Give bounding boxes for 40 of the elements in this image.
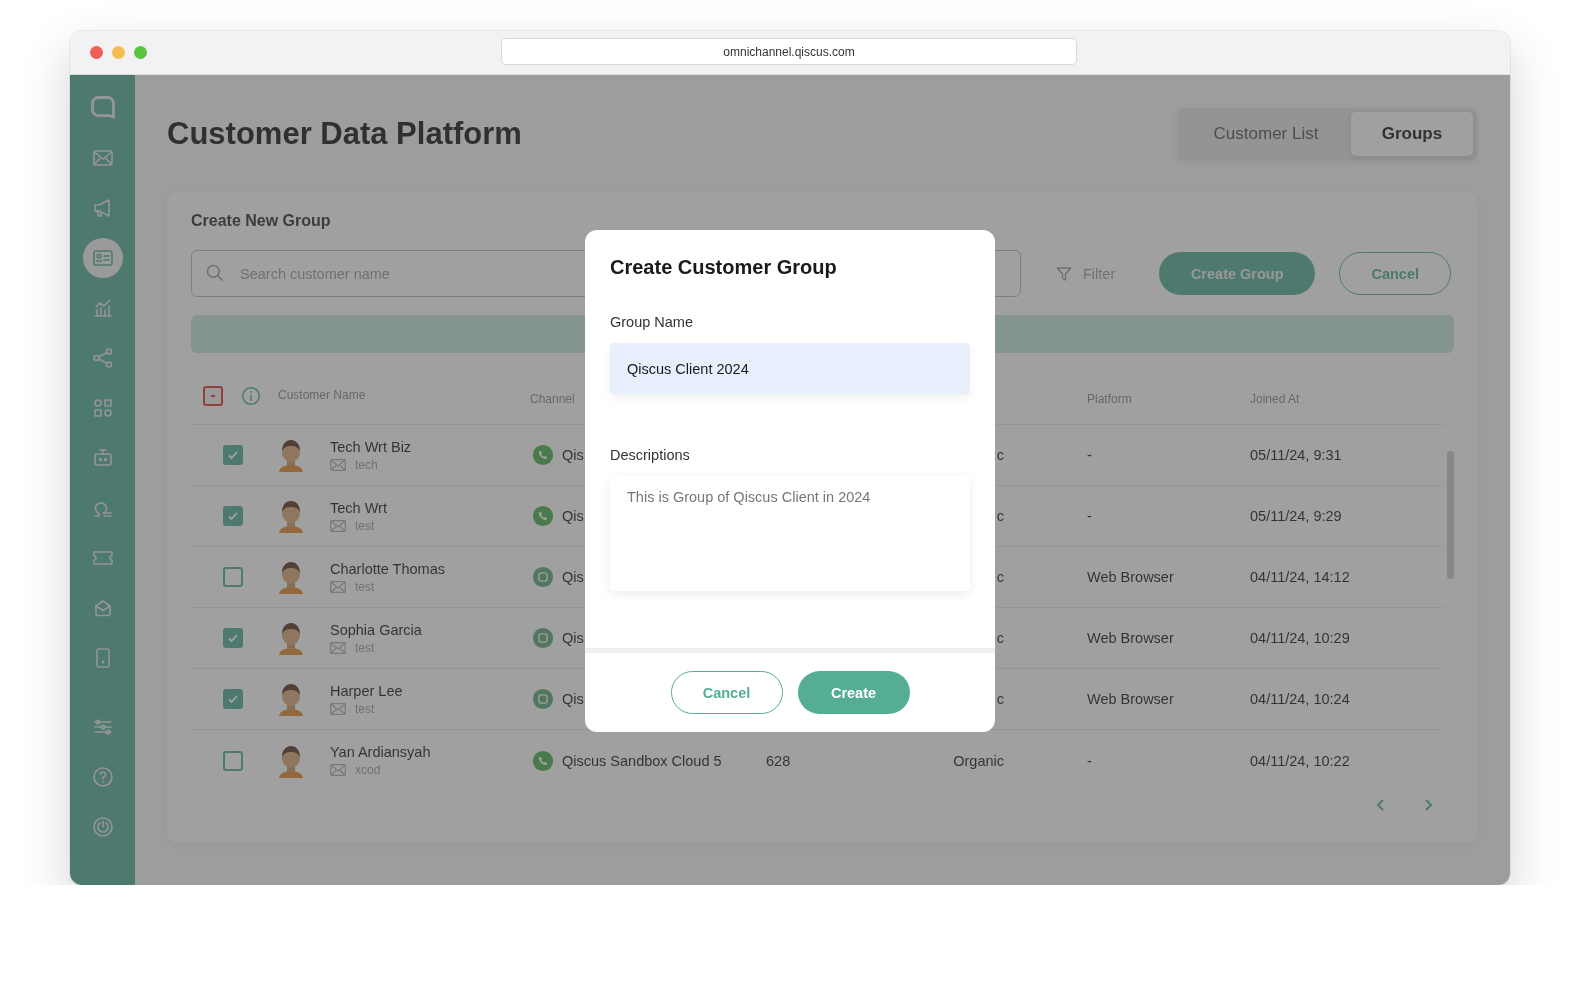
column-header: Channel — [530, 392, 575, 406]
section-title: Create New Group — [191, 211, 332, 230]
customer-name: Tech Wrt Biz — [330, 438, 413, 455]
dialog-title: Create Customer Group — [610, 255, 838, 280]
table-cell-text: 04/11/24, 10:29 — [1250, 630, 1351, 646]
channel-name: Qiscus Sandbox Cloud 5 — [562, 752, 722, 769]
table-cell-text: c — [995, 630, 1004, 646]
table-cell-text: c — [995, 691, 1004, 707]
table-cell-text: 04/11/24, 14:12 — [1250, 569, 1351, 585]
table-cell-text: c — [995, 508, 1004, 524]
table-cell-text: 04/11/24, 10:24 — [1250, 691, 1351, 707]
table-cell-text: 04/11/24, 10:22 — [1250, 752, 1351, 769]
table-cell-text: Web Browser — [1087, 569, 1175, 585]
customer-name: Sophia Garcia — [330, 621, 423, 638]
table-cell-text: Web Browser — [1087, 691, 1175, 707]
table-cell-text: Web Browser — [1087, 630, 1175, 646]
table-cell-text: Organic — [952, 752, 1004, 769]
table-cell-text: 05/11/24, 9:29 — [1250, 508, 1343, 524]
channel-name: Qis — [562, 691, 584, 707]
table-cell-text: c — [995, 569, 1004, 585]
channel-name: Qis — [562, 447, 584, 463]
table-cell-text: - — [1087, 752, 1093, 769]
table-cell-text: 628 — [766, 752, 792, 769]
channel-name: Qis — [562, 508, 584, 524]
customer-name: Tech Wrt — [330, 499, 388, 516]
page-title: Customer Data Platform — [167, 116, 522, 152]
table-cell-text: - — [1087, 508, 1093, 524]
channel-name: Qis — [562, 569, 584, 585]
field-label: Group Name — [610, 313, 694, 331]
field-label: Descriptions — [610, 446, 691, 464]
customer-name: Yan Ardiansyah — [330, 744, 432, 760]
table-cell-text: 05/11/24, 9:31 — [1250, 447, 1343, 463]
column-header: Customer Name — [278, 388, 366, 402]
column-header: Joined At — [1250, 392, 1300, 406]
table-cell-text: - — [1087, 447, 1093, 463]
table-cell-text: c — [995, 447, 1004, 463]
customer-name: Charlotte Thomas — [330, 560, 446, 577]
customer-name: Harper Lee — [330, 682, 404, 699]
channel-name: Qis — [562, 630, 584, 646]
column-header: Platform — [1087, 392, 1132, 406]
